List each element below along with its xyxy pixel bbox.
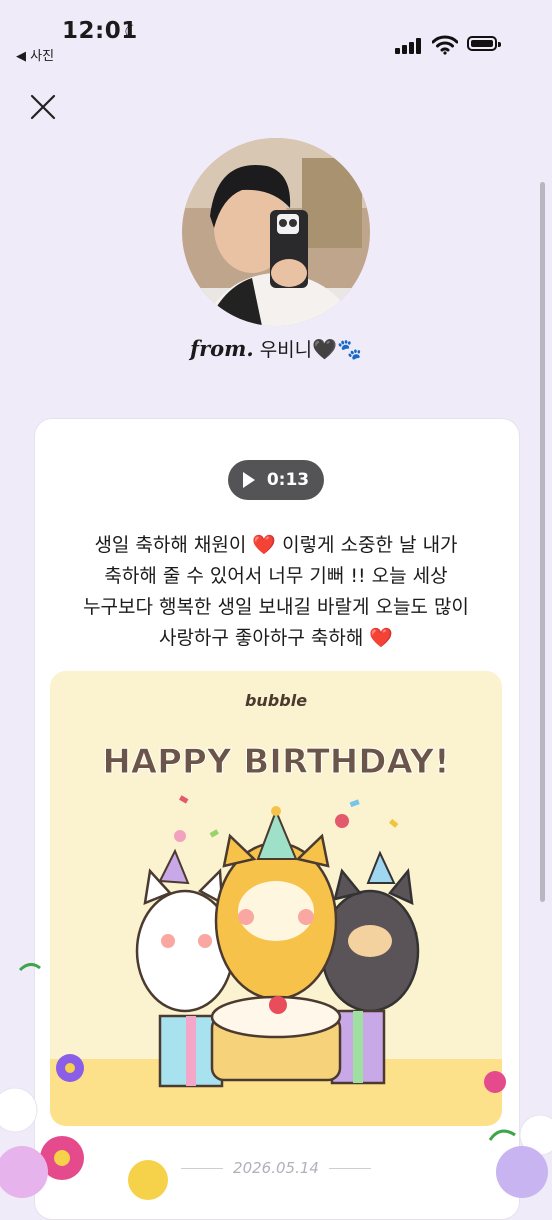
voice-play-button[interactable]: 0:13 xyxy=(228,460,324,500)
headline-graphic: HAPPY BIRTHDAY! xyxy=(102,742,450,783)
message-line: 생일 축하해 채원이 ❤️ 이렇게 소중한 날 내가 xyxy=(94,534,458,556)
divider xyxy=(181,1167,224,1169)
message-line: 사랑하구 좋아하구 축하해 ❤️ xyxy=(158,627,394,649)
avatar[interactable] xyxy=(182,138,370,326)
back-to-photos-link[interactable]: ◀ 사진 xyxy=(16,45,54,64)
divider xyxy=(328,1167,371,1169)
message-line: 누구보다 행복한 생일 보내길 바랄게 오늘도 많이 xyxy=(83,596,469,618)
date-text: 2026.05.14 xyxy=(233,1159,319,1177)
voice-duration: 0:13 xyxy=(266,470,310,490)
wifi-icon xyxy=(432,35,458,55)
cellular-signal-icon xyxy=(395,38,423,54)
close-icon[interactable] xyxy=(28,92,58,122)
play-icon xyxy=(242,472,255,488)
scrollbar[interactable] xyxy=(540,182,545,902)
birthday-card-image: bubble HAPPY BIRTHDAY! xyxy=(50,671,502,1126)
battery-icon xyxy=(467,36,501,51)
status-bar: 12:01 ☾ ◀ 사진 xyxy=(0,0,552,70)
message-line: 축하해 줄 수 있어서 너무 기뻐 !! 오늘 세상 xyxy=(104,565,448,587)
sender-row: from. 우비니🖤🐾 xyxy=(0,335,552,362)
from-label: from. xyxy=(190,336,254,361)
avatar-photo xyxy=(182,138,370,326)
sender-emoji: 🖤🐾 xyxy=(312,337,362,361)
sender-name: 우비니 xyxy=(259,339,313,361)
message-text: 생일 축하해 채원이 ❤️ 이렇게 소중한 날 내가 축하해 줄 수 있어서 너… xyxy=(60,530,492,654)
headline-text: HAPPY BIRTHDAY! xyxy=(102,742,449,782)
brand-logo: bubble xyxy=(244,691,308,710)
moon-icon: ☾ xyxy=(124,22,141,43)
date-row: 2026.05.14 xyxy=(176,1158,376,1178)
